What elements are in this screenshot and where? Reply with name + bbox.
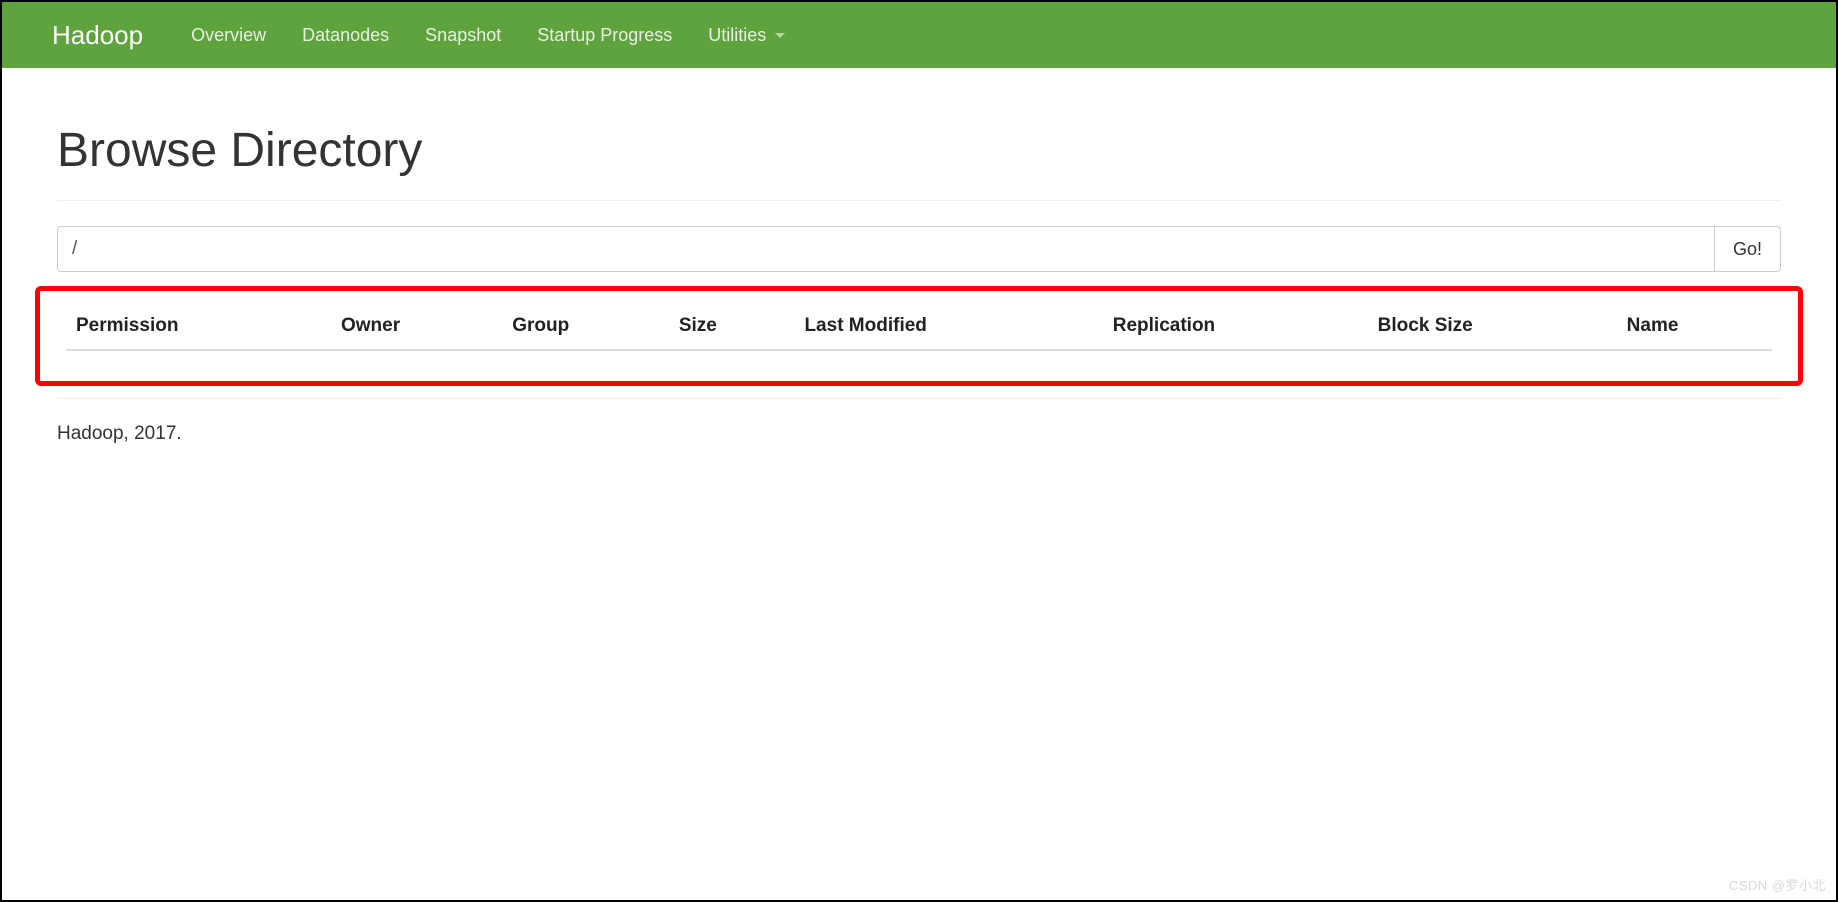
col-name: Name (1617, 301, 1772, 350)
nav-label: Datanodes (302, 25, 389, 46)
highlight-annotation: Permission Owner Group Size Last Modifie… (35, 286, 1803, 386)
go-button[interactable]: Go! (1715, 226, 1781, 272)
nav-item-utilities[interactable]: Utilities (690, 10, 803, 61)
nav-label: Overview (191, 25, 266, 46)
page-title: Browse Directory (57, 123, 1781, 178)
directory-table: Permission Owner Group Size Last Modifie… (66, 301, 1772, 351)
footer-text: Hadoop, 2017. (57, 399, 1781, 469)
col-permission: Permission (66, 301, 331, 350)
nav-label: Startup Progress (537, 25, 672, 46)
chevron-down-icon (775, 33, 785, 38)
main-container: Browse Directory Go! Permission Owner Gr… (2, 68, 1836, 469)
col-block-size: Block Size (1368, 301, 1617, 350)
path-input[interactable] (57, 226, 1715, 272)
nav-item-snapshot[interactable]: Snapshot (407, 10, 519, 61)
nav-item-startup-progress[interactable]: Startup Progress (519, 10, 690, 61)
col-size: Size (669, 301, 795, 350)
col-replication: Replication (1103, 301, 1368, 350)
top-navbar: Hadoop Overview Datanodes Snapshot Start… (2, 2, 1836, 68)
brand-link[interactable]: Hadoop (52, 20, 143, 51)
watermark: CSDN @罗小北 (1729, 875, 1826, 894)
col-last-modified: Last Modified (794, 301, 1102, 350)
col-group: Group (502, 301, 669, 350)
col-owner: Owner (331, 301, 502, 350)
table-header-row: Permission Owner Group Size Last Modifie… (66, 301, 1772, 350)
nav-item-datanodes[interactable]: Datanodes (284, 10, 407, 61)
nav-item-overview[interactable]: Overview (173, 10, 284, 61)
page-header: Browse Directory (57, 68, 1781, 201)
nav-label: Utilities (708, 25, 766, 46)
nav-label: Snapshot (425, 25, 501, 46)
nav-list: Overview Datanodes Snapshot Startup Prog… (173, 10, 803, 61)
path-input-group: Go! (57, 226, 1781, 272)
